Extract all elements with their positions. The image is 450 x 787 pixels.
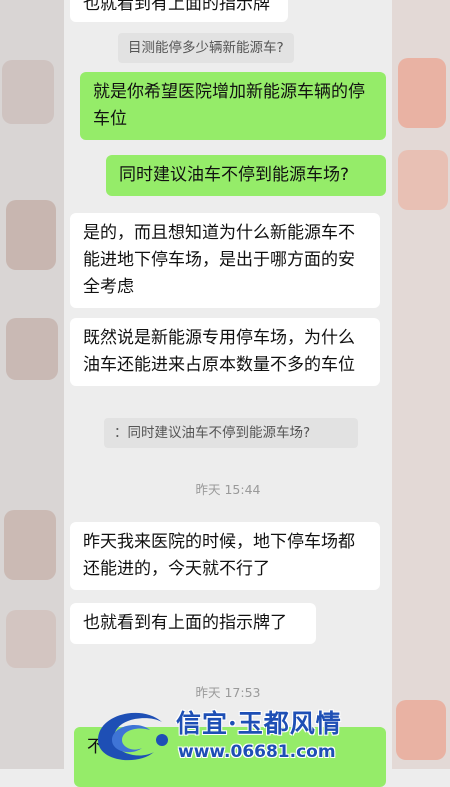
avatar[interactable]	[398, 58, 446, 128]
avatar[interactable]	[6, 200, 56, 270]
message-text: 昨天我来医院的时候，地下停车场都还能进的，今天就不行了	[83, 532, 355, 579]
watermark-title: 信宜·玉都风情	[176, 709, 342, 738]
avatar[interactable]	[6, 318, 58, 380]
left-avatar-strip	[0, 0, 64, 769]
message-text: 是的，而且想知道为什么新能源车不能进地下停车场，是出于哪方面的安全考虑	[83, 223, 355, 297]
message-bubble[interactable]: 是的，而且想知道为什么新能源车不能进地下停车场，是出于哪方面的安全考虑	[70, 213, 380, 308]
timestamp: 昨天 17:53	[195, 685, 261, 700]
watermark-logo-icon	[98, 712, 168, 761]
watermark-url: www.06681.com	[178, 742, 336, 762]
message-text: 就是你希望医院增加新能源车辆的停车位	[93, 82, 365, 129]
message-bubble[interactable]: 既然说是新能源专用停车场，为什么油车还能进来占原本数量不多的车位	[70, 318, 380, 386]
message-text: 既然说是新能源专用停车场，为什么油车还能进来占原本数量不多的车位	[83, 328, 355, 375]
avatar[interactable]	[398, 150, 448, 210]
avatar[interactable]	[4, 510, 56, 580]
quoted-message[interactable]: ：同时建议油车不停到能源车场?	[104, 418, 358, 448]
quoted-message[interactable]: 目测能停多少辆新能源车?	[118, 33, 294, 63]
timestamp: 昨天 15:44	[195, 482, 261, 497]
message-bubble[interactable]: 也就看到有上面的指示牌了	[70, 603, 316, 644]
message-text: 也就看到有上面的指示牌了	[83, 613, 287, 633]
quote-text: ：同时建议油车不停到能源车场?	[114, 425, 311, 441]
quote-text: 目测能停多少辆新能源车?	[128, 40, 284, 56]
message-bubble[interactable]: 就是你希望医院增加新能源车辆的停车位	[80, 72, 386, 140]
avatar[interactable]	[396, 700, 446, 760]
avatar[interactable]	[2, 60, 54, 124]
chat-area: 也就看到有上面的指示牌 目测能停多少辆新能源车? 就是你希望医院增加新能源车辆的…	[64, 0, 392, 787]
message-text: 也就看到有上面的指示牌	[83, 0, 270, 14]
message-bubble[interactable]: 也就看到有上面的指示牌	[70, 0, 288, 22]
message-bubble[interactable]: 同时建议油车不停到能源车场?	[106, 155, 386, 196]
message-text: 同时建议油车不停到能源车场?	[119, 165, 350, 185]
message-bubble[interactable]: 昨天我来医院的时候，地下停车场都还能进的，今天就不行了	[70, 522, 380, 590]
watermark: 信宜·玉都风情 www.06681.com	[92, 700, 362, 769]
right-avatar-strip	[392, 0, 450, 769]
avatar[interactable]	[6, 610, 56, 668]
